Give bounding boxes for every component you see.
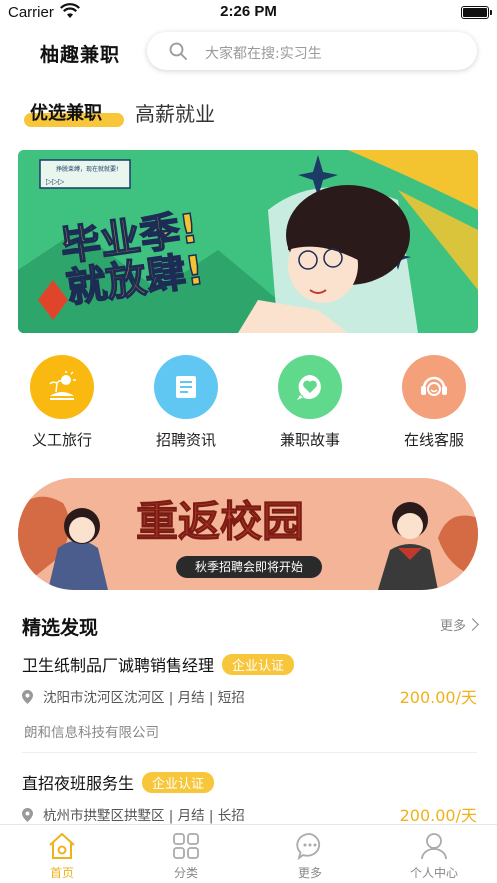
- verified-badge: 企业认证: [142, 771, 215, 793]
- chat-bubble-icon: [296, 833, 321, 861]
- divider: [22, 752, 477, 753]
- job-salary: 200.00/天: [399, 806, 477, 825]
- category-label: 在线客服: [403, 431, 464, 449]
- document-icon: [154, 355, 218, 419]
- banner-screen-text: 挣脱束缚，现在就就要!: [56, 165, 118, 173]
- category-label: 义工旅行: [31, 431, 92, 449]
- job-meta: 沈阳市沈河区沈河区 | 月结 | 短招: [22, 686, 245, 706]
- job-location: 杭州市拱墅区拱墅区 | 月结 | 长招: [43, 808, 245, 824]
- banner2-headline: 重返校园: [136, 497, 304, 546]
- app-logo: 柚趣兼职: [40, 44, 121, 66]
- island-sun-icon: [30, 355, 94, 419]
- heart-chat-icon: [278, 355, 342, 419]
- banner2-subtitle: 秋季招聘会即将开始: [195, 560, 303, 574]
- graduation-banner-art: 挣脱束缚，现在就就要! ▷▷▷ 毕业季! 就放肆!: [18, 150, 478, 333]
- category-volunteer-travel[interactable]: 义工旅行: [12, 355, 112, 450]
- tab-featured-jobs[interactable]: 优选兼职: [24, 96, 124, 128]
- job-card[interactable]: 卫生纸制品厂诚聘销售经理 企业认证 沈阳市沈河区沈河区 | 月结 | 短招 200…: [22, 652, 477, 752]
- more-link[interactable]: 更多: [439, 615, 479, 634]
- tab-category[interactable]: 分类: [124, 831, 248, 881]
- person-icon: [421, 833, 447, 860]
- category-online-service[interactable]: 在线客服: [384, 355, 484, 450]
- tab-label: 分类: [173, 866, 198, 880]
- svg-text:▷▷▷: ▷▷▷: [46, 177, 65, 186]
- battery-icon: [461, 6, 492, 19]
- tab-home[interactable]: 首页: [0, 831, 124, 881]
- location-pin-icon: [22, 690, 33, 704]
- category-job-stories[interactable]: 兼职故事: [260, 355, 360, 450]
- campus-return-banner-art: 重返校园 秋季招聘会即将开始: [18, 478, 478, 590]
- grid-icon: [173, 833, 199, 859]
- headset-icon: [402, 355, 466, 419]
- chevron-right-icon: [466, 618, 479, 631]
- tab-label: 个人中心: [409, 866, 458, 880]
- search-input[interactable]: 大家都在搜:实习生: [147, 32, 477, 70]
- home-icon: [49, 833, 75, 859]
- status-bar: Carrier 2:26 PM: [0, 0, 497, 26]
- job-title: 直招夜班服务生: [22, 774, 135, 793]
- tab-label: 首页: [49, 866, 74, 880]
- tab-more[interactable]: 更多: [248, 831, 372, 881]
- section-title: 精选发现: [22, 617, 99, 639]
- job-title: 卫生纸制品厂诚聘销售经理: [22, 656, 215, 675]
- search-placeholder: 大家都在搜:实习生: [205, 46, 322, 62]
- job-location: 沈阳市沈河区沈河区 | 月结 | 短招: [43, 690, 245, 706]
- bottom-tab-bar: 首页 分类 更多 个人中心: [0, 824, 497, 883]
- category-label: 兼职故事: [279, 431, 340, 449]
- header: 柚趣兼职 大家都在搜:实习生: [0, 30, 497, 74]
- graduation-banner[interactable]: 挣脱束缚，现在就就要! ▷▷▷ 毕业季! 就放肆!: [18, 150, 478, 333]
- more-label: 更多: [439, 619, 466, 634]
- clock: 2:26 PM: [220, 3, 277, 20]
- tab-high-salary[interactable]: 高薪就业: [135, 98, 215, 127]
- job-card[interactable]: 直招夜班服务生 企业认证 杭州市拱墅区拱墅区 | 月结 | 长招 200.00/天: [22, 770, 477, 830]
- category-recruitment-news[interactable]: 招聘资讯: [136, 355, 236, 450]
- category-label: 招聘资讯: [155, 431, 216, 449]
- location-pin-icon: [22, 808, 33, 822]
- campus-return-banner[interactable]: 重返校园 秋季招聘会即将开始: [18, 478, 478, 590]
- tab-label: 更多: [297, 866, 322, 880]
- company-name: 朗和信息科技有限公司: [24, 725, 159, 741]
- search-icon: [169, 42, 187, 60]
- job-meta: 杭州市拱墅区拱墅区 | 月结 | 长招: [22, 804, 245, 824]
- category-row: 义工旅行 招聘资讯 兼职故事 在线客服: [0, 355, 497, 455]
- tab-label: 优选兼职: [30, 103, 102, 124]
- tab-profile[interactable]: 个人中心: [372, 831, 496, 881]
- verified-badge: 企业认证: [222, 653, 295, 675]
- job-salary: 200.00/天: [399, 688, 477, 707]
